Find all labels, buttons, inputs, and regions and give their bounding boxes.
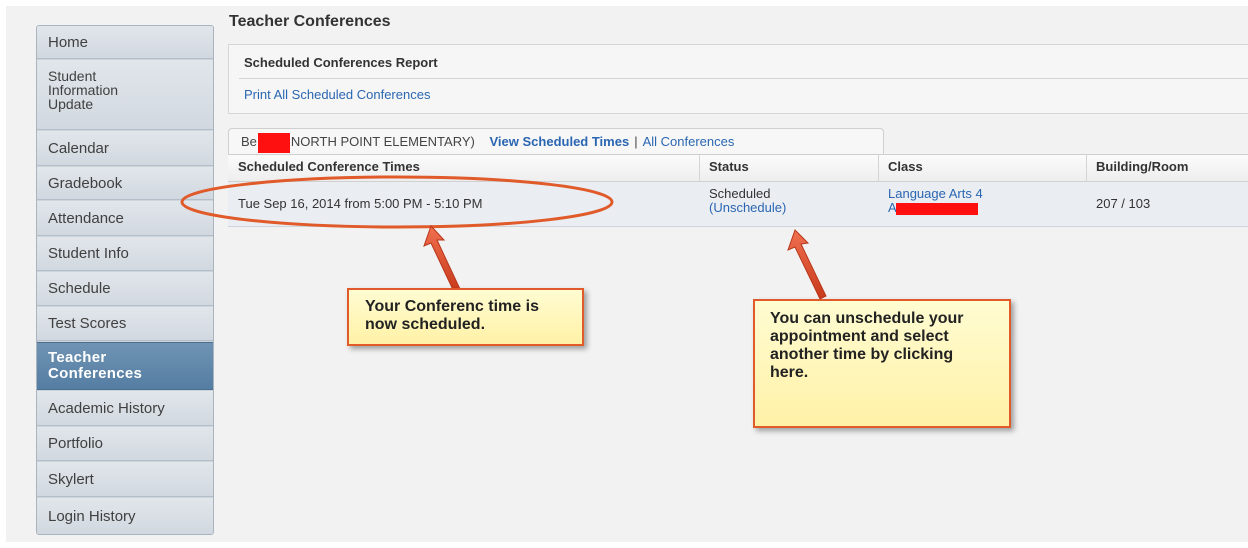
highlight-ellipse (180, 175, 614, 229)
annotation-overlay (180, 175, 827, 300)
callout-unschedule: You can unschedule your appointment and … (753, 299, 1011, 428)
callout-unschedule-text: You can unschedule your appointment and … (770, 310, 964, 381)
arrow-scheduled-icon (423, 225, 461, 293)
callout-scheduled-text: Your Conferenc time is now scheduled. (365, 298, 539, 333)
arrow-unschedule-icon (787, 229, 827, 300)
callout-scheduled: Your Conferenc time is now scheduled. (347, 288, 584, 346)
